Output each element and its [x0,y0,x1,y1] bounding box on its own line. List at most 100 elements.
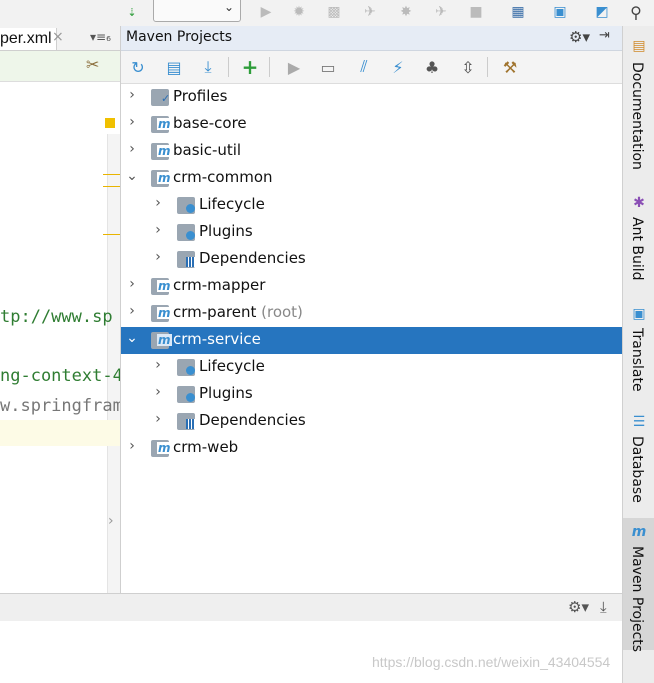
profile-icon[interactable]: ✈ [360,2,380,22]
maven-panel-header: Maven Projects ⚙▾ ⇥ [121,26,623,51]
documentation-icon: ▤ [632,38,646,54]
translate-icon[interactable]: ▣ [550,2,570,22]
show-dependencies-icon[interactable]: ♣ [421,56,443,78]
chevron-right-icon[interactable]: › [151,357,165,373]
maven-module-icon [151,305,172,322]
module-name: crm-parent [173,303,257,321]
google-translate-icon[interactable]: ◩ [592,2,612,22]
execute-goal-icon[interactable]: ▭ [317,56,339,78]
chevron-right-icon[interactable]: › [125,276,139,292]
hide-panel-icon[interactable]: ⇥ [599,28,610,43]
maven-module-icon [151,143,172,160]
gear-icon[interactable]: ⚙▾ [568,598,589,616]
sort-icon[interactable]: ⇣ [122,2,142,22]
tab-label: Translate [629,328,645,392]
hammer-icon[interactable]: ✈ [431,2,451,22]
search-icon[interactable]: ⚲ [626,2,646,22]
tab-translate[interactable]: ▣ Translate [623,302,654,402]
tab-documentation[interactable]: ▤ Documentation [623,34,654,184]
editor-pane[interactable]: per.xml × ▾≡₆ ✂ tp://www.sp ng-context-4… [0,26,120,619]
chevron-right-icon[interactable]: › [125,87,139,103]
tree-item-plugins[interactable]: › Plugins [121,381,623,408]
root-tag: (root) [261,303,303,321]
tree-item-crm-mapper[interactable]: › crm-mapper [121,273,623,300]
toggle-offline-icon[interactable]: ⫽ [353,56,375,78]
maven-icon: m [631,524,647,540]
watermark: https://blog.csdn.net/weixin_43404554 [372,654,611,670]
collapse-all-icon[interactable]: ⇳ [457,56,479,78]
tree-item-dependencies[interactable]: › Dependencies [121,246,623,273]
chevron-right-icon[interactable]: › [151,249,165,265]
settings-icon[interactable]: ⚒ [499,56,521,78]
right-tool-strip: ▤ Documentation ✱ Ant Build ▣ Translate … [622,26,654,683]
change-marker[interactable] [103,174,120,175]
change-marker[interactable] [103,234,120,235]
coverage-icon[interactable]: ▩ [324,2,344,22]
tree-item-base-core[interactable]: › base-core [121,111,623,138]
download-icon[interactable]: ⤓ [197,56,219,78]
maven-module-icon [151,278,172,295]
dependencies-icon [177,413,195,430]
chevron-right-icon[interactable]: › [125,114,139,130]
tab-ant-build[interactable]: ✱ Ant Build [623,191,654,291]
generate-sources-icon[interactable]: ▤ [163,56,185,78]
add-icon[interactable]: + [239,55,261,79]
chevron-right-icon[interactable]: › [151,384,165,400]
close-icon[interactable]: × [52,29,64,45]
tree-item-lifecycle[interactable]: › Lifecycle [121,354,623,381]
translate-icon: ▣ [632,306,646,322]
code-line[interactable]: ng-context-4 [0,366,120,386]
tree-item-label: basic-util [173,141,242,159]
tree-item-crm-parent[interactable]: › crm-parent (root) [121,300,623,327]
code-line[interactable]: tp://www.sp [0,307,113,327]
run-config-select[interactable]: ⌄ [153,0,241,22]
toolbar-separator [269,57,270,77]
tree-item-label: Dependencies [199,411,306,429]
minimize-icon[interactable]: ⤓ [600,598,607,616]
tree-item-crm-service[interactable]: ⌄ crm-service [121,327,623,354]
maven-projects-panel: Maven Projects ⚙▾ ⇥ ↻ ▤ ⤓ + ▶ ▭ ⫽ ⚡ ♣ ⇳ … [120,26,623,619]
chevron-right-icon[interactable]: › [125,303,139,319]
debug-icon[interactable]: ✹ [289,2,309,22]
gear-icon[interactable]: ⚙▾ [569,28,590,46]
chevron-down-icon[interactable]: ⌄ [125,330,139,346]
project-structure-icon[interactable]: ▦ [508,2,528,22]
chevron-right-icon[interactable]: › [125,438,139,454]
tab-label: Documentation [629,62,645,170]
tabs-menu-icon[interactable]: ▾≡₆ [90,30,111,44]
chevron-right-icon[interactable]: › [151,195,165,211]
chevron-right-icon[interactable]: › [125,141,139,157]
tab-database[interactable]: ☰ Database [623,410,654,510]
editor-tab-bar: per.xml × ▾≡₆ [0,26,120,51]
change-marker[interactable] [103,186,120,187]
build-icon[interactable]: ✸ [396,2,416,22]
plugins-icon [177,224,195,241]
warning-marker[interactable] [105,118,115,128]
tree-item-crm-web[interactable]: › crm-web [121,435,623,462]
tree-item-plugins[interactable]: › Plugins [121,219,623,246]
chevron-right-icon[interactable]: › [108,513,114,529]
tree-item-dependencies[interactable]: › Dependencies [121,408,623,435]
tab-label: Maven Projects [629,546,645,653]
maven-toolbar: ↻ ▤ ⤓ + ▶ ▭ ⫽ ⚡ ♣ ⇳ ⚒ [121,51,623,84]
chevron-down-icon[interactable]: ⌄ [125,168,139,184]
tree-item-lifecycle[interactable]: › Lifecycle [121,192,623,219]
tree-item-label: Profiles [173,87,228,105]
current-line-highlight [0,420,120,446]
code-line[interactable]: w.springfram [0,396,120,416]
wrench-icon[interactable]: ✂ [86,55,99,74]
run-icon[interactable]: ▶ [283,56,305,78]
run-icon[interactable]: ▶ [256,2,276,22]
stop-icon[interactable]: ■ [466,2,486,22]
tree-item-profiles[interactable]: › Profiles [121,84,623,111]
chevron-right-icon[interactable]: › [151,222,165,238]
skip-tests-icon[interactable]: ⚡ [387,56,409,78]
editor-tab-filename[interactable]: per.xml [0,28,57,50]
reimport-icon[interactable]: ↻ [127,56,149,78]
tab-maven-projects[interactable]: m Maven Projects [623,518,654,653]
maven-module-icon [151,170,172,187]
chevron-right-icon[interactable]: › [151,411,165,427]
tree-item-label: base-core [173,114,247,132]
tree-item-basic-util[interactable]: › basic-util [121,138,623,165]
tree-item-crm-common[interactable]: ⌄ crm-common [121,165,623,192]
